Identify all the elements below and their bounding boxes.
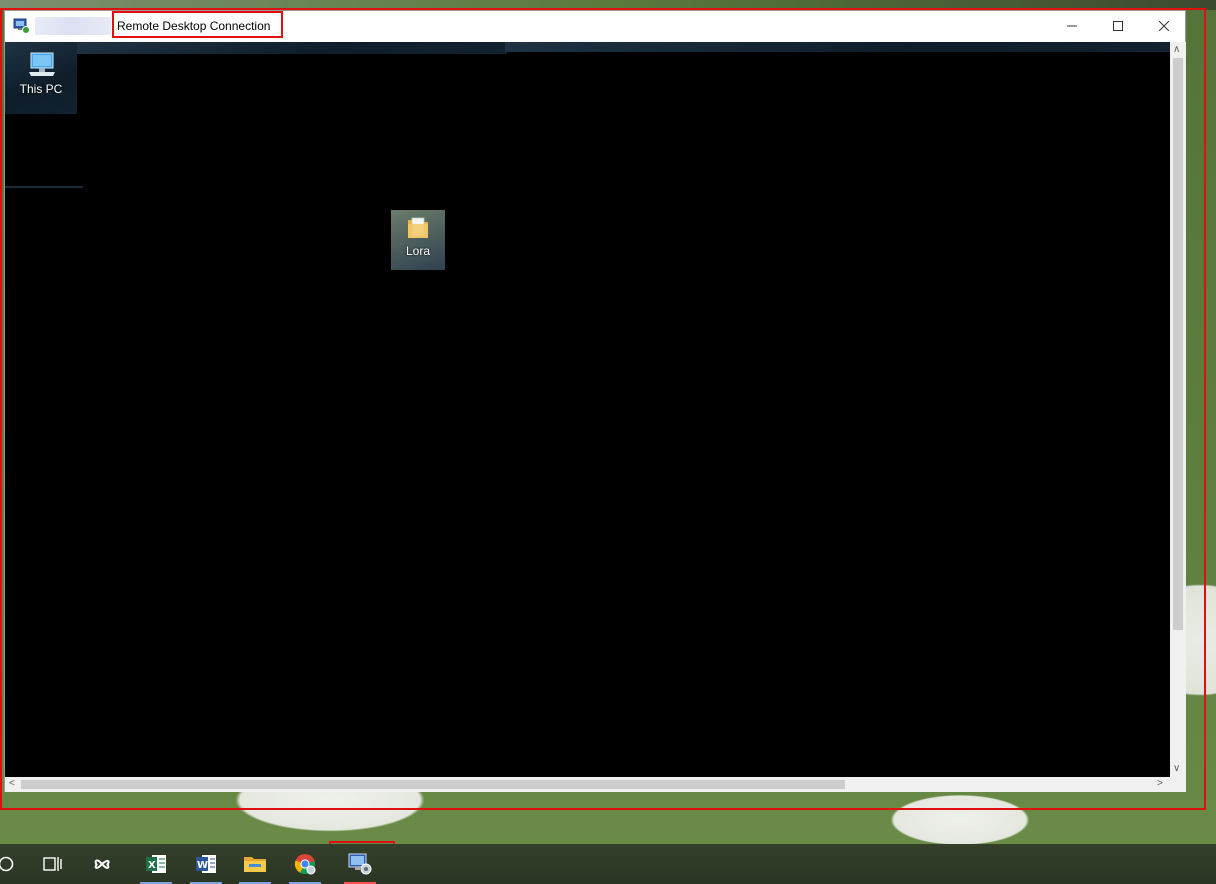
- computer-icon: [29, 52, 55, 76]
- vertical-scrollbar[interactable]: ∧ ∨: [1170, 42, 1186, 777]
- scroll-left-icon[interactable]: <: [9, 779, 15, 789]
- wallpaper-fragment: [505, 42, 1170, 52]
- folder-icon: [408, 217, 428, 238]
- close-button[interactable]: [1141, 11, 1187, 41]
- wallpaper-line: [5, 186, 83, 188]
- task-view-icon: [43, 857, 62, 871]
- pinwheel-app-icon: [94, 859, 110, 869]
- desktop-icon-label: Lora: [405, 244, 431, 258]
- maximize-button[interactable]: [1095, 11, 1141, 41]
- pinwheel-app-button[interactable]: [82, 844, 122, 884]
- svg-text:W: W: [197, 860, 208, 871]
- word-button[interactable]: W: [186, 844, 226, 884]
- vertical-scroll-thumb[interactable]: [1173, 58, 1183, 630]
- scrollbar-corner: [1170, 777, 1186, 792]
- desktop-icon-lora[interactable]: Lora: [391, 214, 445, 258]
- scroll-up-icon[interactable]: ∧: [1173, 45, 1180, 55]
- excel-button[interactable]: X: [136, 844, 176, 884]
- excel-icon: X: [146, 855, 166, 873]
- horizontal-scrollbar[interactable]: < >: [5, 777, 1170, 792]
- search-circle-icon: [0, 856, 14, 872]
- chrome-icon: [294, 854, 316, 875]
- minimize-icon: [1067, 25, 1077, 27]
- search-button[interactable]: [0, 844, 26, 884]
- top-desktop-strip: [0, 0, 1216, 10]
- task-view-button[interactable]: [32, 844, 72, 884]
- title-bar[interactable]: Remote Desktop Connection: [5, 11, 1185, 42]
- horizontal-scroll-thumb[interactable]: [21, 780, 845, 789]
- scroll-down-icon[interactable]: ∨: [1173, 764, 1180, 774]
- remote-desktop-icon: [348, 853, 372, 875]
- minimize-button[interactable]: [1049, 11, 1095, 41]
- scroll-right-icon[interactable]: >: [1157, 779, 1163, 789]
- window-title: Remote Desktop Connection: [117, 19, 271, 33]
- taskbar: X W: [0, 844, 1216, 884]
- remote-desktop-window: Remote Desktop Connection This PC Lora ∧…: [4, 10, 1186, 792]
- maximize-icon: [1113, 21, 1123, 31]
- chrome-button[interactable]: [285, 844, 325, 884]
- remote-session-display[interactable]: This PC Lora: [5, 42, 1170, 777]
- wallpaper-fragment: [77, 42, 507, 54]
- close-icon: [1159, 21, 1169, 31]
- file-explorer-icon: [244, 857, 266, 872]
- desktop-icon-label: This PC: [19, 82, 63, 96]
- hostname-redacted: [35, 17, 111, 35]
- desktop-icon-this-pc[interactable]: This PC: [13, 50, 69, 96]
- file-explorer-button[interactable]: [235, 844, 275, 884]
- remote-desktop-taskbar-button[interactable]: [340, 844, 380, 884]
- word-icon: W: [196, 855, 216, 873]
- remote-desktop-icon: [13, 18, 31, 34]
- svg-text:X: X: [148, 860, 156, 871]
